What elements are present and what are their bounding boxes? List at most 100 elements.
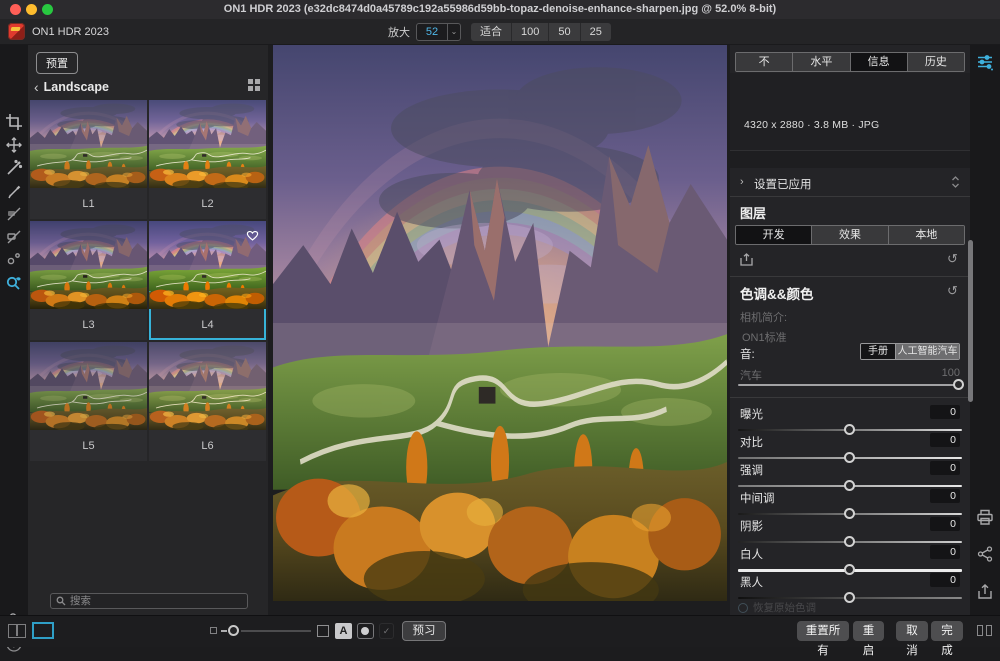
- slider-value-blacks[interactable]: 0: [930, 573, 960, 587]
- split-view-icon[interactable]: [8, 624, 26, 638]
- photo-preview[interactable]: [273, 45, 727, 601]
- slider-knob[interactable]: [844, 564, 855, 575]
- slider-knob[interactable]: [844, 592, 855, 603]
- preset-category-header[interactable]: ‹ Landscape: [34, 77, 262, 97]
- save-preset-icon[interactable]: [739, 252, 754, 267]
- chevron-right-icon: ›: [740, 176, 744, 188]
- tab-history[interactable]: 历史: [907, 53, 964, 71]
- slider-track-whites[interactable]: [738, 569, 962, 572]
- preset-thumbnail-l3[interactable]: L3: [30, 221, 147, 340]
- tone-label: 音:: [740, 346, 755, 362]
- auto-slider-track[interactable]: [738, 384, 962, 386]
- slider-value-midtones[interactable]: 0: [930, 489, 960, 503]
- slider-knob[interactable]: [844, 424, 855, 435]
- slider-knob[interactable]: [844, 536, 855, 547]
- done-button[interactable]: 完成: [931, 621, 963, 641]
- footnote-row[interactable]: 恢复原始色调: [738, 600, 816, 615]
- slider-track-highlights[interactable]: [738, 485, 962, 487]
- slider-value-shadows[interactable]: 0: [930, 517, 960, 531]
- compare-icon[interactable]: [977, 625, 993, 638]
- preset-thumbnail-l4-selected[interactable]: L4: [149, 221, 266, 340]
- thumbnail-size-track[interactable]: [241, 630, 311, 632]
- check-overlay-toggle[interactable]: ✓: [379, 623, 394, 639]
- tone-manual-button-active[interactable]: 手册: [861, 344, 895, 359]
- reset-tone-icon[interactable]: ↺: [947, 284, 961, 298]
- preset-thumbnail-l2[interactable]: L2: [149, 100, 266, 219]
- slider-value-whites[interactable]: 0: [930, 545, 960, 559]
- adjustment-brush-icon[interactable]: [5, 159, 23, 177]
- grid-view-icon[interactable]: [248, 79, 260, 91]
- restart-button[interactable]: 重启: [853, 621, 884, 641]
- tab-local[interactable]: 本地: [888, 226, 964, 244]
- slider-track-exposure[interactable]: [738, 429, 962, 431]
- slider-track-midtones[interactable]: [738, 513, 962, 515]
- camera-profile-value[interactable]: ON1标准: [742, 329, 787, 345]
- retouch-icon[interactable]: [5, 250, 23, 268]
- view-zoom-icon[interactable]: [5, 274, 23, 292]
- thumbnail-size-small-icon: [210, 627, 217, 634]
- preset-thumbnail-l5[interactable]: L5: [30, 342, 147, 461]
- slider-knob[interactable]: [844, 480, 855, 491]
- preset-preview-image: [30, 342, 147, 430]
- search-input[interactable]: [70, 595, 242, 607]
- export-icon[interactable]: [976, 583, 994, 601]
- search-box[interactable]: [50, 593, 248, 609]
- zoom-value[interactable]: 52: [417, 26, 447, 38]
- tab-none[interactable]: 不: [736, 53, 792, 71]
- titlebar: ON1 HDR 2023 (e32dc8474d0a45789c192a5598…: [0, 0, 1000, 19]
- reset-all-button[interactable]: 重置所有: [797, 621, 849, 641]
- slider-label-midtones: 中间调: [740, 490, 775, 506]
- masking-bug-icon[interactable]: [5, 228, 23, 246]
- reset-develop-icon[interactable]: ↺: [947, 252, 961, 266]
- applied-settings-row[interactable]: › 设置已应用: [730, 172, 970, 194]
- tab-info-active[interactable]: 信息: [850, 53, 907, 71]
- favorite-heart-icon[interactable]: [246, 229, 259, 241]
- zoom-25-button[interactable]: 25: [580, 23, 611, 41]
- preset-thumbnail-l6[interactable]: L6: [149, 342, 266, 461]
- tone-ai-auto-button[interactable]: 人工智能汽车: [895, 344, 959, 359]
- text-overlay-toggle[interactable]: A: [335, 623, 352, 639]
- circle-overlay-toggle[interactable]: [357, 623, 374, 639]
- preset-thumbnail-l1[interactable]: L1: [30, 100, 147, 219]
- settings-filter-icon[interactable]: [976, 53, 994, 71]
- zoom-100-button[interactable]: 100: [511, 23, 548, 41]
- stepper-icon[interactable]: [951, 175, 960, 189]
- slider-value-exposure[interactable]: 0: [930, 405, 960, 419]
- chevron-down-icon[interactable]: ⌄: [447, 23, 460, 41]
- layers-title: 图层: [740, 203, 766, 222]
- app-toolbar: ON1 HDR 2023 放大 52 ⌄ 适合 100 50 25: [0, 19, 1000, 45]
- slider-knob[interactable]: [844, 452, 855, 463]
- cancel-button[interactable]: 取消: [896, 621, 928, 641]
- info-sub-band: [730, 151, 970, 168]
- camera-profile-label: 相机简介:: [740, 309, 787, 325]
- canvas-area: [268, 45, 730, 615]
- tab-develop-active[interactable]: 开发: [736, 226, 811, 244]
- zoom-fit-button[interactable]: 适合: [471, 23, 511, 41]
- auto-slider-knob[interactable]: [953, 379, 964, 390]
- share-icon[interactable]: [976, 545, 994, 563]
- slider-track-blacks[interactable]: [738, 597, 962, 599]
- perfect-brush-icon[interactable]: [5, 182, 23, 200]
- slider-value-contrast[interactable]: 0: [930, 433, 960, 447]
- window-title: ON1 HDR 2023 (e32dc8474d0a45789c192a5598…: [0, 3, 1000, 15]
- slider-knob[interactable]: [844, 508, 855, 519]
- zoom-input[interactable]: 52 ⌄: [416, 23, 461, 41]
- thumbnail-size-knob[interactable]: [228, 625, 239, 636]
- printer-icon[interactable]: [976, 508, 994, 526]
- zoom-50-button[interactable]: 50: [548, 23, 579, 41]
- preview-button[interactable]: 预习: [402, 621, 446, 641]
- tab-effects[interactable]: 效果: [811, 226, 887, 244]
- slider-label-contrast: 对比: [740, 434, 763, 450]
- single-view-icon-active[interactable]: [32, 622, 54, 639]
- presets-button[interactable]: 预置: [36, 52, 78, 74]
- tab-levels[interactable]: 水平: [792, 53, 849, 71]
- slider-value-highlights[interactable]: 0: [930, 461, 960, 475]
- move-icon[interactable]: [5, 136, 23, 154]
- panel-tab-bar: 不 水平 信息 历史: [735, 52, 965, 72]
- crop-icon[interactable]: [5, 113, 23, 131]
- slider-track-contrast[interactable]: [738, 457, 962, 459]
- panel-scrollbar[interactable]: [968, 240, 973, 402]
- right-panel: 不 水平 信息 历史 4320 x 2880 · 3.8 MB · JPG › …: [730, 45, 970, 615]
- slider-track-shadows[interactable]: [738, 541, 962, 543]
- masking-brush-icon[interactable]: [5, 205, 23, 223]
